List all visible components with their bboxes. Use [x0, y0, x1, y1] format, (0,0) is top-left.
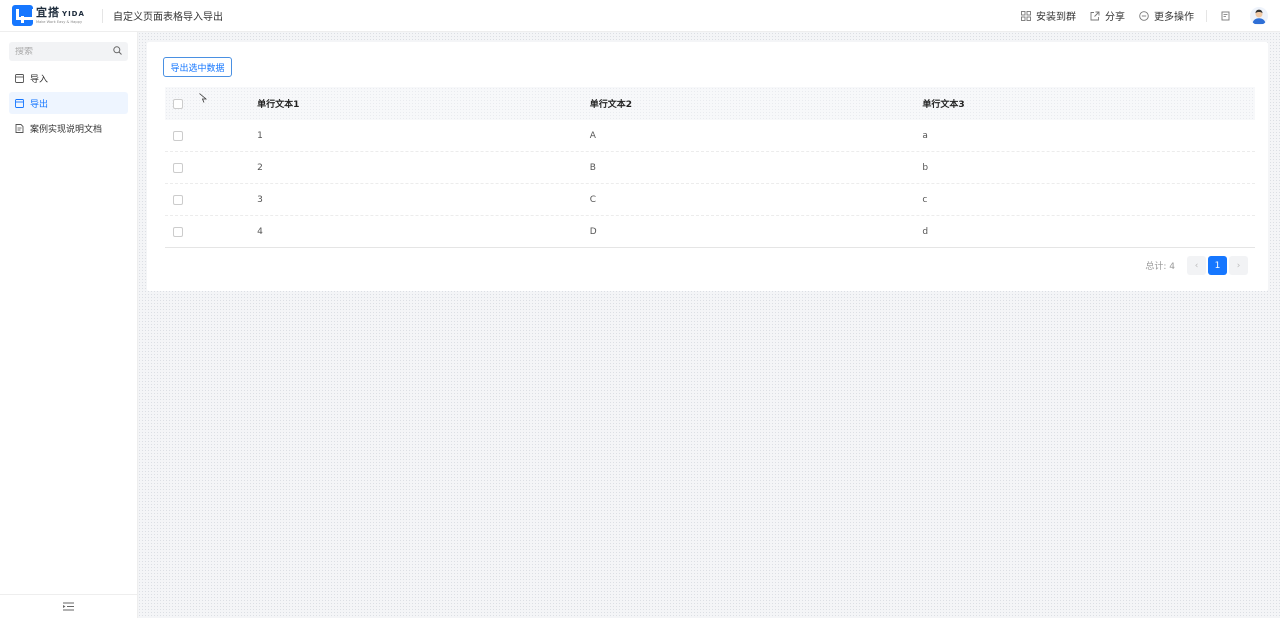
- row-checkbox[interactable]: [173, 194, 183, 205]
- share-icon: [1090, 11, 1100, 21]
- next-page-button[interactable]: ›: [1229, 256, 1248, 275]
- table-cell: 1: [257, 130, 263, 141]
- collapse-menu-icon: [63, 602, 74, 611]
- doc-icon: [15, 123, 24, 133]
- page-button-current[interactable]: 1: [1208, 256, 1227, 275]
- search-icon[interactable]: [113, 45, 122, 58]
- pagination-total: 总计: 4: [1145, 262, 1175, 272]
- row-check-cell: [165, 226, 257, 237]
- share-label: 分享: [1105, 12, 1125, 23]
- avatar-icon: [1252, 9, 1266, 24]
- logo-name-cn: 宜搭: [36, 6, 60, 19]
- table-cell: 4: [257, 226, 263, 237]
- actions-divider: [1206, 9, 1207, 22]
- note-icon: [1221, 11, 1231, 21]
- table-row[interactable]: 3 C c: [165, 184, 1255, 216]
- page-icon: [15, 73, 24, 83]
- page-icon: [15, 98, 24, 108]
- logo-name: 宜搭 YIDA: [36, 7, 87, 18]
- more-icon: [1139, 10, 1149, 21]
- row-check-cell: [165, 162, 257, 173]
- yida-logo-icon: [12, 5, 33, 26]
- sidebar: 导入 导出 案例实现说明文档: [0, 32, 138, 618]
- select-all-checkbox[interactable]: [173, 98, 183, 109]
- table-cell: 2: [257, 162, 263, 173]
- header-check-cell: [165, 98, 257, 109]
- content-card: 导出选中数据 单行文本1 单行文本2 单行文本3 1 A a 2 B b 3 C…: [147, 42, 1268, 291]
- sidebar-item-case-doc[interactable]: 案例实现说明文档: [9, 117, 128, 139]
- table-cell: b: [922, 162, 929, 173]
- sidebar-item-label: 案例实现说明文档: [30, 124, 103, 135]
- table-header: 单行文本1 单行文本2 单行文本3: [165, 87, 1255, 120]
- logo-slogan: Make Work Easy & Happy: [36, 19, 83, 24]
- chevron-left-icon: ‹: [1194, 260, 1199, 271]
- sidebar-item-label: 导出: [30, 99, 49, 110]
- notes-button[interactable]: [1221, 11, 1236, 21]
- yida-logo[interactable]: 宜搭 YIDA Make Work Easy & Happy: [12, 5, 90, 26]
- search-input[interactable]: [15, 46, 113, 57]
- app-title: 自定义页面表格导入导出: [113, 12, 223, 23]
- logo-text: 宜搭 YIDA Make Work Easy & Happy: [36, 7, 87, 24]
- table-cell: B: [589, 162, 596, 173]
- more-actions-label: 更多操作: [1154, 12, 1194, 23]
- table-cell: A: [589, 130, 596, 141]
- install-to-group-button[interactable]: 安装到群: [1021, 8, 1076, 23]
- mouse-cursor-icon: [199, 93, 208, 106]
- sidebar-item-label: 导入: [30, 74, 49, 85]
- row-checkbox[interactable]: [173, 226, 183, 237]
- sidebar-collapse-toggle[interactable]: [0, 594, 137, 618]
- title-divider: [102, 8, 103, 23]
- row-check-cell: [165, 130, 257, 141]
- row-checkbox[interactable]: [173, 130, 183, 141]
- table-cell: D: [589, 226, 597, 237]
- column-header[interactable]: 单行文本3: [922, 97, 1255, 110]
- table-cell: a: [922, 130, 928, 141]
- table-row[interactable]: 2 B b: [165, 152, 1255, 184]
- prev-page-button[interactable]: ‹: [1187, 256, 1206, 275]
- top-actions: 安装到群 分享 更多操作: [1007, 0, 1280, 32]
- export-selected-button[interactable]: 导出选中数据: [163, 57, 232, 77]
- install-to-group-label: 安装到群: [1036, 12, 1076, 23]
- table-cell: d: [922, 226, 929, 237]
- sidebar-item-import[interactable]: 导入: [9, 67, 128, 89]
- main-canvas: 导出选中数据 单行文本1 单行文本2 单行文本3 1 A a 2 B b 3 C…: [138, 32, 1280, 618]
- row-check-cell: [165, 194, 257, 205]
- sidebar-search[interactable]: [9, 42, 128, 61]
- pagination: 总计: 4 ‹ 1 ›: [1145, 256, 1248, 275]
- table-row[interactable]: 1 A a: [165, 120, 1255, 152]
- table-cell: c: [922, 194, 928, 205]
- chevron-right-icon: ›: [1236, 260, 1241, 271]
- table-cell: C: [589, 194, 597, 205]
- sidebar-item-export[interactable]: 导出: [9, 92, 128, 114]
- table-cell: 3: [257, 194, 263, 205]
- data-table: 单行文本1 单行文本2 单行文本3 1 A a 2 B b 3 C c 4 D …: [165, 87, 1255, 248]
- logo-name-en: YIDA: [62, 10, 85, 18]
- table-row[interactable]: 4 D d: [165, 216, 1255, 248]
- row-checkbox[interactable]: [173, 162, 183, 173]
- share-button[interactable]: 分享: [1090, 8, 1125, 23]
- column-header[interactable]: 单行文本1: [257, 97, 590, 110]
- more-actions-button[interactable]: 更多操作: [1139, 8, 1194, 23]
- user-avatar[interactable]: [1250, 6, 1268, 25]
- top-bar: 宜搭 YIDA Make Work Easy & Happy 自定义页面表格导入导…: [0, 0, 1280, 32]
- column-header[interactable]: 单行文本2: [590, 97, 923, 110]
- grid-icon: [1021, 10, 1031, 21]
